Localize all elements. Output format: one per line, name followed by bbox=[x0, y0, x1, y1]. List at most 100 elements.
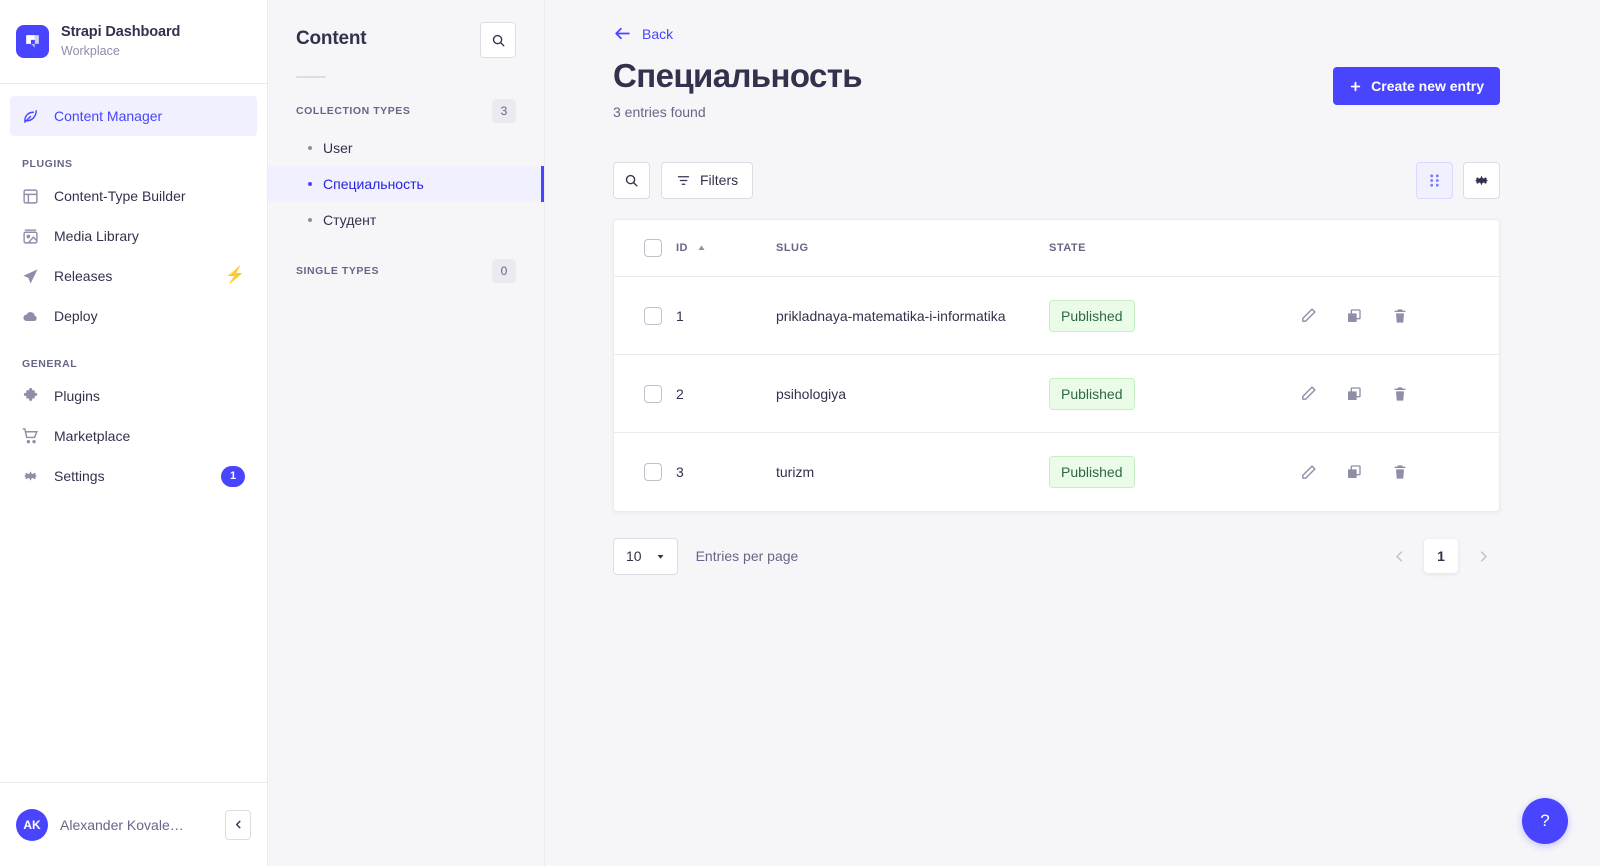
nav-section-plugins-label: PLUGINS bbox=[22, 158, 73, 170]
duplicate-icon[interactable] bbox=[1345, 385, 1363, 403]
collection-type-label: Студент bbox=[323, 212, 377, 228]
collection-types-label: COLLECTION TYPES bbox=[296, 105, 411, 117]
table-settings-button[interactable] bbox=[1463, 161, 1500, 199]
bullet-icon bbox=[308, 182, 312, 186]
sidebar-item-label: Settings bbox=[54, 468, 105, 484]
collection-type-label: User bbox=[323, 140, 353, 156]
brand-header[interactable]: Strapi Dashboard Workplace bbox=[0, 0, 267, 84]
delete-icon[interactable] bbox=[1391, 385, 1409, 403]
bullet-icon bbox=[308, 146, 312, 150]
chevron-left-icon bbox=[235, 820, 241, 829]
status-badge: Published bbox=[1049, 377, 1135, 410]
avatar[interactable]: AK bbox=[16, 808, 48, 841]
create-button-label: Create new entry bbox=[1371, 78, 1484, 94]
page-number-1[interactable]: 1 bbox=[1424, 539, 1458, 574]
sidebar-item-releases[interactable]: Releases ⚡ bbox=[10, 256, 257, 296]
content-search-button[interactable] bbox=[480, 22, 516, 58]
row-checkbox[interactable] bbox=[644, 306, 662, 325]
brand-title: Strapi Dashboard bbox=[61, 24, 181, 41]
arrow-left-icon bbox=[615, 27, 630, 40]
cell-slug: turizm bbox=[776, 464, 815, 481]
next-page-button[interactable] bbox=[1466, 539, 1500, 573]
table-row: 3 turizm Published bbox=[614, 433, 1499, 511]
back-label: Back bbox=[642, 25, 674, 42]
page-size-value: 10 bbox=[626, 548, 642, 565]
chevron-down-icon bbox=[657, 554, 664, 559]
row-checkbox[interactable] bbox=[644, 384, 662, 403]
edit-icon[interactable] bbox=[1299, 463, 1317, 481]
cell-slug: prikladnaya-matematika-i-informatika bbox=[776, 276, 1049, 356]
content-panel-header: Content bbox=[268, 0, 544, 58]
cell-id: 3 bbox=[676, 464, 684, 481]
create-new-entry-button[interactable]: Create new entry bbox=[1333, 67, 1500, 105]
page-header: Специальность 3 entries found Create new… bbox=[613, 57, 1500, 120]
collection-types-section-header: COLLECTION TYPES 3 bbox=[268, 99, 544, 123]
row-checkbox[interactable] bbox=[644, 463, 662, 482]
sidebar-item-content-manager[interactable]: Content Manager bbox=[10, 96, 257, 136]
collection-type-item-student[interactable]: Студент bbox=[268, 202, 544, 238]
entries-table: ID SLUG STATE 1 prikladnaya-matematika-i… bbox=[614, 219, 1499, 511]
puzzle-icon bbox=[22, 387, 39, 405]
column-header-actions bbox=[1299, 219, 1499, 278]
column-header-state[interactable]: STATE bbox=[1049, 219, 1299, 278]
collapse-sidebar-button[interactable] bbox=[225, 809, 251, 840]
user-footer: AK Alexander Kovale… bbox=[0, 782, 267, 866]
single-types-section-header: SINGLE TYPES 0 bbox=[268, 259, 544, 283]
table-toolbar: Filters bbox=[613, 161, 1500, 199]
sidebar-item-plugins[interactable]: Plugins bbox=[10, 376, 257, 416]
table-search-button[interactable] bbox=[613, 161, 650, 199]
collection-types-count: 3 bbox=[492, 99, 516, 123]
search-icon bbox=[625, 174, 638, 187]
edit-icon[interactable] bbox=[1299, 385, 1317, 403]
edit-icon[interactable] bbox=[1299, 307, 1317, 325]
strapi-logo-icon bbox=[16, 25, 49, 58]
search-icon bbox=[492, 34, 504, 46]
user-name[interactable]: Alexander Kovale… bbox=[60, 817, 213, 833]
collection-type-item-specialnost[interactable]: Специальность bbox=[268, 166, 544, 202]
delete-icon[interactable] bbox=[1391, 463, 1409, 481]
filters-button[interactable]: Filters bbox=[661, 161, 754, 199]
help-button[interactable]: ? bbox=[1522, 798, 1568, 844]
plus-icon bbox=[1350, 81, 1361, 91]
back-link[interactable]: Back bbox=[613, 24, 673, 43]
entries-found-text: 3 entries found bbox=[613, 103, 706, 120]
image-icon bbox=[22, 228, 39, 245]
column-header-id[interactable]: ID bbox=[676, 219, 776, 278]
delete-icon[interactable] bbox=[1391, 307, 1409, 325]
filter-icon bbox=[677, 176, 690, 185]
cell-slug: psihologiya bbox=[776, 354, 1049, 434]
sidebar-item-label: Content-Type Builder bbox=[54, 188, 186, 204]
sidebar-item-marketplace[interactable]: Marketplace bbox=[10, 416, 257, 456]
sidebar-item-settings[interactable]: Settings 1 bbox=[10, 456, 257, 496]
table-body: 1 prikladnaya-matematika-i-informatika P… bbox=[614, 276, 1499, 511]
sort-ascending-icon bbox=[698, 245, 705, 250]
sidebar-item-label: Marketplace bbox=[54, 428, 131, 444]
app-root: Strapi Dashboard Workplace Content Manag… bbox=[0, 0, 1600, 866]
entries-table-card: ID SLUG STATE 1 prikladnaya-matematika-i… bbox=[613, 218, 1500, 512]
sidebar-item-media-library[interactable]: Media Library bbox=[10, 216, 257, 256]
feather-edit-icon bbox=[22, 108, 39, 125]
paper-plane-icon bbox=[22, 268, 39, 285]
gear-icon bbox=[22, 468, 39, 485]
status-badge: Published bbox=[1049, 299, 1135, 332]
sidebar-item-content-type-builder[interactable]: Content-Type Builder bbox=[10, 176, 257, 216]
page-title: Специальность bbox=[613, 57, 863, 94]
pagination-bar: 10 Entries per page 1 bbox=[613, 537, 1500, 575]
table-row: 1 prikladnaya-matematika-i-informatika P… bbox=[614, 276, 1499, 356]
sidebar-item-deploy[interactable]: Deploy bbox=[10, 296, 257, 336]
sidebar-item-label: Media Library bbox=[54, 228, 139, 244]
panel-divider bbox=[296, 76, 326, 78]
brand-subtitle: Workplace bbox=[61, 43, 120, 58]
select-all-checkbox[interactable] bbox=[644, 239, 662, 258]
collection-type-item-user[interactable]: User bbox=[268, 130, 544, 166]
left-sidebar: Strapi Dashboard Workplace Content Manag… bbox=[0, 0, 268, 866]
duplicate-icon[interactable] bbox=[1345, 307, 1363, 325]
table-header-row: ID SLUG STATE bbox=[614, 219, 1499, 278]
previous-page-button[interactable] bbox=[1382, 539, 1416, 573]
page-size-select[interactable]: 10 bbox=[613, 537, 678, 575]
duplicate-icon[interactable] bbox=[1345, 463, 1363, 481]
grid-view-button[interactable] bbox=[1416, 161, 1453, 199]
column-header-slug[interactable]: SLUG bbox=[776, 219, 1049, 278]
cell-id: 1 bbox=[676, 276, 776, 356]
settings-badge: 1 bbox=[221, 465, 245, 487]
